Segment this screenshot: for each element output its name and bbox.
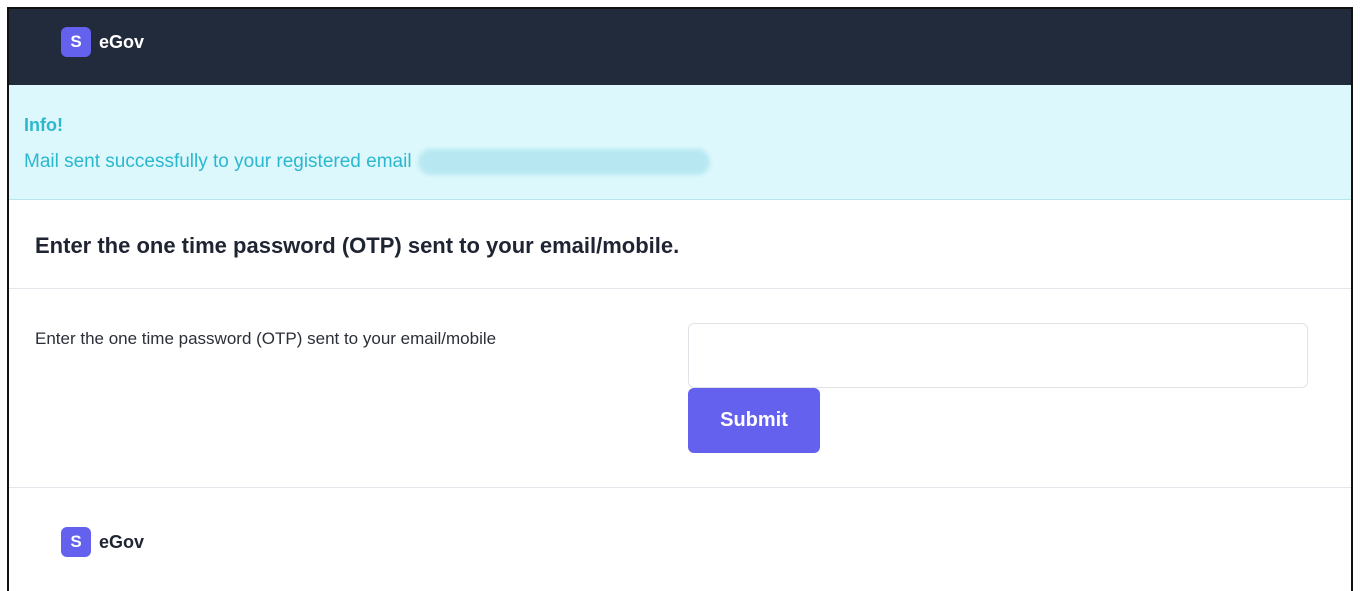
- divider: [9, 487, 1351, 488]
- logo-badge-icon: S: [61, 27, 91, 57]
- page: S eGov Info! Mail sent successfully to y…: [7, 7, 1353, 591]
- otp-field-label: Enter the one time password (OTP) sent t…: [35, 329, 497, 348]
- divider: [9, 288, 1351, 289]
- redacted-email: [417, 149, 710, 175]
- footer-logo[interactable]: S eGov: [61, 527, 144, 557]
- info-alert-message: Mail sent successfully to your registere…: [24, 151, 412, 172]
- info-alert-message-row: Mail sent successfully to your registere…: [24, 149, 710, 175]
- page-title: Enter the one time password (OTP) sent t…: [35, 233, 680, 258]
- logo-text: eGov: [99, 31, 145, 52]
- logo-badge-icon: S: [61, 527, 91, 557]
- info-alert: Info! Mail sent successfully to your reg…: [9, 85, 1351, 200]
- top-navbar: S eGov: [9, 9, 1351, 85]
- logo-text: eGov: [99, 531, 145, 552]
- header-logo[interactable]: S eGov: [61, 27, 144, 57]
- otp-input[interactable]: [688, 323, 1308, 388]
- submit-button[interactable]: Submit: [688, 388, 820, 453]
- info-alert-title: Info!: [24, 115, 63, 135]
